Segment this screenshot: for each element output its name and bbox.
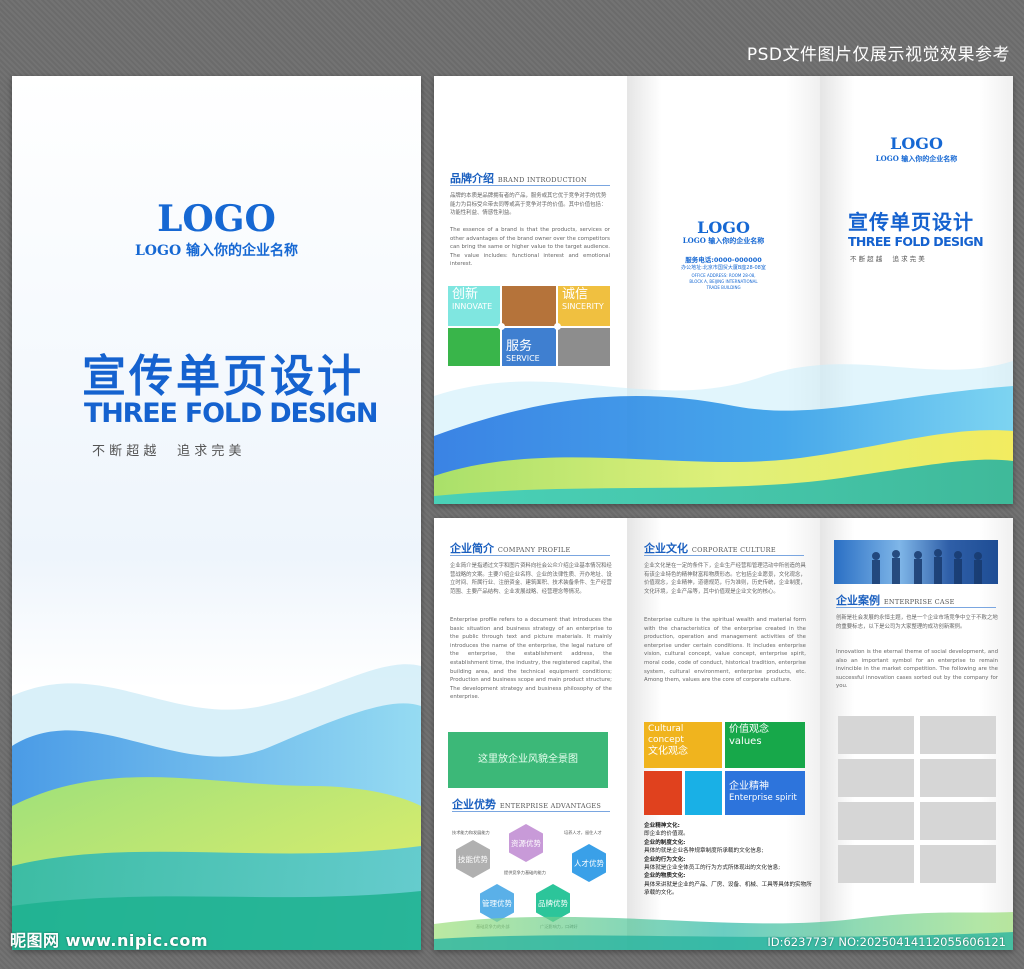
- culture-tile-values-en: values: [729, 736, 762, 747]
- brand-intro-text-en: The essence of a brand is that the produ…: [450, 227, 610, 268]
- culture-tile-red: [644, 771, 682, 815]
- hex-note-3: 提供竞争力基础的能力: [504, 870, 546, 875]
- culture-list-head-4: 企业的物质文化:: [644, 873, 686, 880]
- mid-phone: 服务电话:0000-000000: [685, 256, 762, 264]
- mid-address-en-2: BLOCK A, BEIJING INTERNATIONAL: [689, 279, 758, 284]
- profile-title-cn: 企业简介: [450, 542, 494, 555]
- case-image-placeholder-8: [920, 845, 996, 883]
- mid-address-en-1: OFFICE ADDRESS: ROOM 28-08,: [691, 273, 756, 278]
- tile-innovate-en: INNOVATE: [452, 302, 493, 311]
- tile-service-cn: 服务: [506, 339, 533, 354]
- brand-intro-title-cn: 品牌介绍: [450, 172, 494, 185]
- profile-title-en: COMPANY PROFILE: [497, 546, 571, 554]
- profile-divider: [450, 555, 610, 556]
- case-image-placeholder-6: [920, 802, 996, 840]
- culture-tile-cultural-en: Cultural concept: [648, 724, 684, 745]
- culture-text-cn: 企业文化是在一定的条件下，企业生产经营和管理活动中所创造的具有该企业特色的精神财…: [644, 563, 806, 595]
- profile-text-cn: 企业简介是指通过文字和图片资料向社会公众介绍企业基本情况和经营战略的文案。主要介…: [450, 563, 612, 595]
- hex-note-1: 技术能力和发展能力: [452, 830, 490, 835]
- team-silhouette-icon: [872, 549, 982, 584]
- case-title-cn: 企业案例: [836, 594, 880, 607]
- advantage-title-en: ENTERPRISE ADVANTAGES: [499, 802, 602, 810]
- advantage-title-cn: 企业优势: [452, 798, 496, 811]
- culture-title-en: CORPORATE CULTURE: [691, 546, 776, 554]
- photo-placeholder: 这里放企业风貌全景图: [448, 732, 608, 788]
- tile-sincerity-en: SINCERITY: [562, 302, 604, 311]
- front-title-cn: 宣传单页设计: [82, 351, 364, 402]
- profile-title: 企业简介 COMPANY PROFILE: [450, 540, 571, 556]
- tile-sincerity-cn: 诚信: [562, 287, 589, 302]
- front-logo-sub: LOGO 输入你的企业名称: [134, 243, 299, 259]
- culture-tile-spirit-en: Enterprise spirit: [729, 793, 797, 803]
- preview-notice: PSD文件图片仅展示视觉效果参考: [746, 45, 1010, 65]
- profile-text-en: Enterprise profile refers to a document …: [450, 617, 612, 701]
- culture-list-body-2: 具体的就是企业各种规章制度所承载的文化信息;: [644, 848, 764, 855]
- case-title: 企业案例 ENTERPRISE CASE: [836, 592, 955, 608]
- outer-spread-panel: 品牌介绍 BRAND INTRODUCTION 品牌的本质是品牌拥有者的产品，服…: [434, 76, 1013, 504]
- mid-address-en-3: TRADE BUILDING: [706, 285, 741, 290]
- culture-title-cn: 企业文化: [644, 542, 688, 555]
- culture-list-head-3: 企业的行为文化:: [644, 856, 686, 863]
- case-banner-image: [834, 540, 998, 584]
- advantage-divider: [452, 811, 610, 812]
- right-logo: LOGO: [890, 134, 943, 153]
- mid-address: 办公地址:北京市国贸大厦B座28-08室: [681, 265, 766, 271]
- culture-tile-values: 价值观念 values: [725, 722, 805, 768]
- case-divider: [836, 607, 996, 608]
- site-watermark: 昵图网 www.nipic.com: [10, 931, 208, 950]
- culture-tile-cultural-cn: 文化观念: [648, 746, 688, 757]
- tile-brown: [502, 286, 556, 326]
- outer-wave-graphic: [434, 361, 1013, 504]
- case-image-placeholder-7: [838, 845, 914, 883]
- culture-list-body-3: 具体就是企业全体员工的行为方式所体现出的文化信息;: [644, 865, 781, 872]
- image-id-watermark: ID:6237737 NO:20250414112055606121: [767, 935, 1006, 949]
- culture-title: 企业文化 CORPORATE CULTURE: [644, 540, 776, 556]
- culture-tile-cultural: Cultural concept 文化观念: [644, 722, 722, 768]
- mid-logo-sub: LOGO 输入你的企业名称: [682, 236, 765, 245]
- mid-logo: LOGO: [697, 218, 750, 237]
- brand-intro-title-en: BRAND INTRODUCTION: [497, 176, 587, 184]
- tile-innovate-cn: 创新: [452, 287, 479, 302]
- right-title-cn: 宣传单页设计: [848, 210, 974, 234]
- front-wave-graphic: [12, 664, 421, 950]
- tile-dot-right: [554, 323, 561, 330]
- culture-tile-spirit: 企业精神 Enterprise spirit: [725, 771, 805, 815]
- culture-list: 企业精神文化: 即企业的价值观。 企业的制度文化: 具体的就是企业各种规章制度所…: [644, 822, 814, 898]
- front-logo: LOGO: [157, 198, 276, 240]
- brand-intro-divider: [450, 185, 610, 186]
- tile-innovate: 创新 INNOVATE: [448, 286, 500, 326]
- brand-intro-text-cn: 品牌的本质是品牌拥有者的产品，服务或其它优于竞争对手的优势能力为目标受众带去同等…: [450, 193, 607, 217]
- case-image-placeholder-5: [838, 802, 914, 840]
- front-title-en: THREE FOLD DESIGN: [84, 398, 378, 429]
- inner-spread-panel: 企业简介 COMPANY PROFILE 企业简介是指通过文字和图片资料向社会公…: [434, 518, 1013, 950]
- case-text-cn: 创新是社会发展的永恒主题，也是一个企业市场竞争中立于不败之地的重要标志，以下是公…: [836, 615, 998, 630]
- hex-note-2: 培养人才，留住人才: [564, 830, 602, 835]
- culture-tile-values-cn: 价值观念: [729, 724, 769, 735]
- case-text-en: Innovation is the eternal theme of socia…: [836, 649, 998, 690]
- case-title-en: ENTERPRISE CASE: [883, 598, 955, 606]
- tile-dot-left: [498, 323, 505, 330]
- culture-tile-cyan: [685, 771, 722, 815]
- right-logo-sub: LOGO 输入你的企业名称: [875, 154, 958, 163]
- brand-intro-title: 品牌介绍 BRAND INTRODUCTION: [450, 170, 587, 186]
- culture-divider: [644, 555, 804, 556]
- case-image-placeholder-2: [920, 716, 996, 754]
- culture-tile-spirit-cn: 企业精神: [729, 781, 769, 792]
- front-slogan: 不 断 超 越 追 求 完 美: [92, 444, 242, 459]
- front-cover-panel: LOGO LOGO 输入你的企业名称 宣传单页设计 THREE FOLD DES…: [12, 76, 421, 950]
- case-image-placeholder-3: [838, 759, 914, 797]
- culture-text-en: Enterprise culture is the spiritual weal…: [644, 617, 806, 684]
- tile-sincerity: 诚信 SINCERITY: [558, 286, 610, 326]
- culture-list-body-1: 即企业的价值观。: [644, 831, 689, 838]
- culture-list-head-2: 企业的制度文化:: [644, 839, 686, 846]
- case-image-placeholder-1: [838, 716, 914, 754]
- right-title-en: THREE FOLD DESIGN: [848, 234, 984, 249]
- case-image-placeholder-4: [920, 759, 996, 797]
- right-slogan: 不 断 超 越 追 求 完 美: [850, 255, 925, 263]
- culture-list-head-1: 企业精神文化:: [644, 823, 680, 829]
- advantage-title: 企业优势 ENTERPRISE ADVANTAGES: [452, 796, 601, 812]
